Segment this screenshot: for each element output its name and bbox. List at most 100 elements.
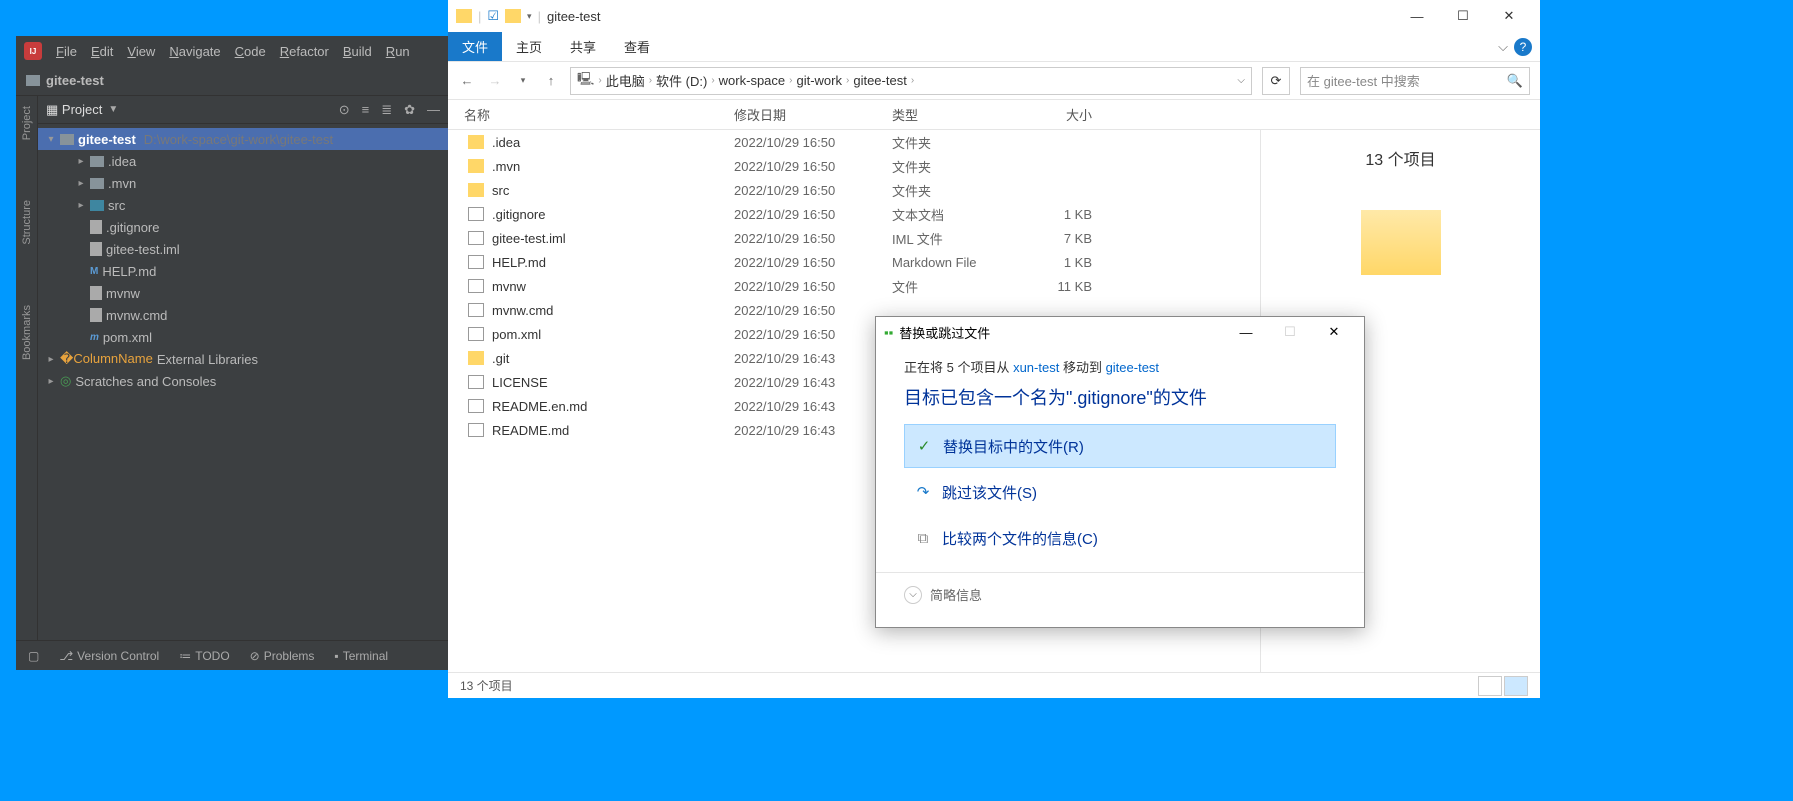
status-terminal[interactable]: ▪ Terminal [334, 649, 388, 663]
nav-up-button[interactable]: ↑ [542, 73, 560, 88]
tree-scratches[interactable]: ▸ ◎ Scratches and Consoles [38, 370, 448, 392]
status-problems[interactable]: ⊘ Problems [250, 649, 315, 663]
settings-icon[interactable]: ✿ [404, 102, 415, 118]
menu-edit[interactable]: Edit [91, 44, 113, 59]
col-date-header[interactable]: 修改日期 [734, 105, 892, 124]
quick-access-icon[interactable]: ☑ [487, 8, 499, 24]
column-headers: 名称 修改日期 类型 大小 [448, 100, 1540, 130]
menu-file[interactable]: File [56, 44, 77, 59]
menu-build[interactable]: Build [343, 44, 372, 59]
dest-link[interactable]: gitee-test [1106, 360, 1159, 375]
col-type-header[interactable]: 类型 [892, 105, 1022, 124]
nav-forward-button[interactable]: → [486, 73, 504, 88]
tree-item[interactable]: ▸.mvn [38, 172, 448, 194]
col-name-header[interactable]: 名称 [448, 105, 734, 124]
file-row[interactable]: src2022/10/29 16:50文件夹 [448, 178, 1260, 202]
ribbon-tab-view[interactable]: 查看 [610, 32, 664, 61]
address-bar[interactable]: 🖳 › 此电脑› 软件 (D:)› work-space› git-work› … [570, 67, 1252, 95]
tree-item[interactable]: mvnw.cmd [38, 304, 448, 326]
tree-item[interactable]: mvnw [38, 282, 448, 304]
ribbon-tab-share[interactable]: 共享 [556, 32, 610, 61]
tree-item-label: mvnw.cmd [106, 308, 167, 323]
tree-external-libraries[interactable]: ▸ �ColumnName External Libraries [38, 348, 448, 370]
tree-item[interactable]: ▸ .idea [38, 150, 448, 172]
option-replace[interactable]: ✓ 替换目标中的文件(R) [904, 424, 1336, 468]
tree-item[interactable]: MHELP.md [38, 260, 448, 282]
chevron-right-icon: ▸ [76, 156, 86, 167]
menu-code[interactable]: Code [235, 44, 266, 59]
ribbon-tab-file[interactable]: 文件 [448, 32, 502, 61]
path-segment[interactable]: git-work [796, 73, 842, 88]
project-label[interactable]: ▦ Project [46, 102, 102, 118]
dropdown-icon[interactable]: ▾ [527, 11, 532, 22]
collapse-all-icon[interactable]: ≣ [381, 102, 392, 118]
dialog-titlebar: ▪▪ 替换或跳过文件 — ☐ ✕ [876, 317, 1364, 347]
tree-item[interactable]: .gitignore [38, 216, 448, 238]
tree-item[interactable]: ▸src [38, 194, 448, 216]
path-segment[interactable]: work-space [719, 73, 785, 88]
file-row[interactable]: .gitignore2022/10/29 16:50文本文档1 KB [448, 202, 1260, 226]
sidebar-tab-structure[interactable]: Structure [21, 200, 33, 245]
close-button[interactable]: ✕ [1486, 1, 1532, 31]
option-compare[interactable]: ⧉ 比较两个文件的信息(C) [904, 516, 1336, 560]
ribbon-tab-home[interactable]: 主页 [502, 32, 556, 61]
breadcrumb-text[interactable]: gitee-test [46, 73, 104, 88]
nav-recent-icon[interactable]: ▾ [514, 75, 532, 86]
menu-refactor[interactable]: Refactor [280, 44, 329, 59]
file-row[interactable]: HELP.md2022/10/29 16:50Markdown File1 KB [448, 250, 1260, 274]
menu-run[interactable]: Run [386, 44, 410, 59]
address-dropdown-icon[interactable]: ⌵ [1237, 75, 1245, 86]
col-size-header[interactable]: 大小 [1022, 105, 1112, 124]
view-details-button[interactable] [1478, 676, 1502, 696]
status-todo[interactable]: ≔ TODO [179, 649, 229, 663]
chevron-down-icon[interactable]: ▼ [108, 104, 118, 115]
tree-item-label: pom.xml [103, 330, 152, 345]
minimize-button[interactable]: — [1224, 318, 1268, 346]
file-row[interactable]: .idea2022/10/29 16:50文件夹 [448, 130, 1260, 154]
sidebar-tab-project[interactable]: Project [21, 106, 33, 140]
status-version-control[interactable]: ⎇ Version Control [59, 649, 159, 663]
close-button[interactable]: ✕ [1312, 318, 1356, 346]
tree-item[interactable]: gitee-test.iml [38, 238, 448, 260]
path-segment[interactable]: 此电脑 [606, 71, 645, 90]
file-name: .gitignore [492, 207, 545, 222]
folder-icon [90, 178, 104, 189]
sidebar-tab-bookmarks[interactable]: Bookmarks [21, 305, 33, 360]
tree-root[interactable]: ▾ gitee-test D:\work-space\git-work\gite… [38, 128, 448, 150]
hide-icon[interactable]: — [427, 102, 440, 118]
search-box[interactable]: 在 gitee-test 中搜索 🔍 [1300, 67, 1530, 95]
source-link[interactable]: xun-test [1013, 360, 1059, 375]
scratch-icon: ◎ [60, 373, 71, 389]
tree-root-name: gitee-test [78, 132, 136, 147]
status-window-icon[interactable]: ▢ [28, 649, 39, 663]
file-name: src [492, 183, 509, 198]
file-row[interactable]: gitee-test.iml2022/10/29 16:50IML 文件7 KB [448, 226, 1260, 250]
details-toggle[interactable]: ⌵ 简略信息 [876, 572, 1364, 616]
tree-item-label: .idea [108, 154, 136, 169]
option-skip[interactable]: ↷ 跳过该文件(S) [904, 470, 1336, 514]
path-segment[interactable]: 软件 (D:) [656, 71, 707, 90]
view-icons-button[interactable] [1504, 676, 1528, 696]
maximize-button[interactable]: ☐ [1268, 318, 1312, 346]
file-type: 文件 [892, 277, 1022, 296]
ribbon-expand-icon[interactable]: ⌵ [1498, 39, 1508, 55]
help-icon[interactable]: ? [1514, 38, 1532, 56]
file-size: 11 KB [1022, 279, 1112, 294]
ide-tool-sidebar: Project Structure Bookmarks [16, 96, 38, 640]
nav-back-button[interactable]: ← [458, 73, 476, 88]
search-icon: 🔍 [1507, 73, 1523, 89]
path-segment[interactable]: gitee-test [853, 73, 906, 88]
file-date: 2022/10/29 16:50 [734, 327, 892, 342]
file-row[interactable]: .mvn2022/10/29 16:50文件夹 [448, 154, 1260, 178]
maximize-button[interactable]: ☐ [1440, 1, 1486, 31]
menu-navigate[interactable]: Navigate [169, 44, 220, 59]
file-icon [468, 207, 484, 221]
expand-all-icon[interactable]: ≡ [362, 102, 370, 118]
minimize-button[interactable]: — [1394, 1, 1440, 31]
menu-view[interactable]: View [127, 44, 155, 59]
tree-item-label: src [108, 198, 125, 213]
tree-item[interactable]: mpom.xml [38, 326, 448, 348]
file-row[interactable]: mvnw2022/10/29 16:50文件11 KB [448, 274, 1260, 298]
refresh-button[interactable]: ⟳ [1262, 67, 1290, 95]
select-opened-icon[interactable]: ⊙ [339, 102, 350, 118]
